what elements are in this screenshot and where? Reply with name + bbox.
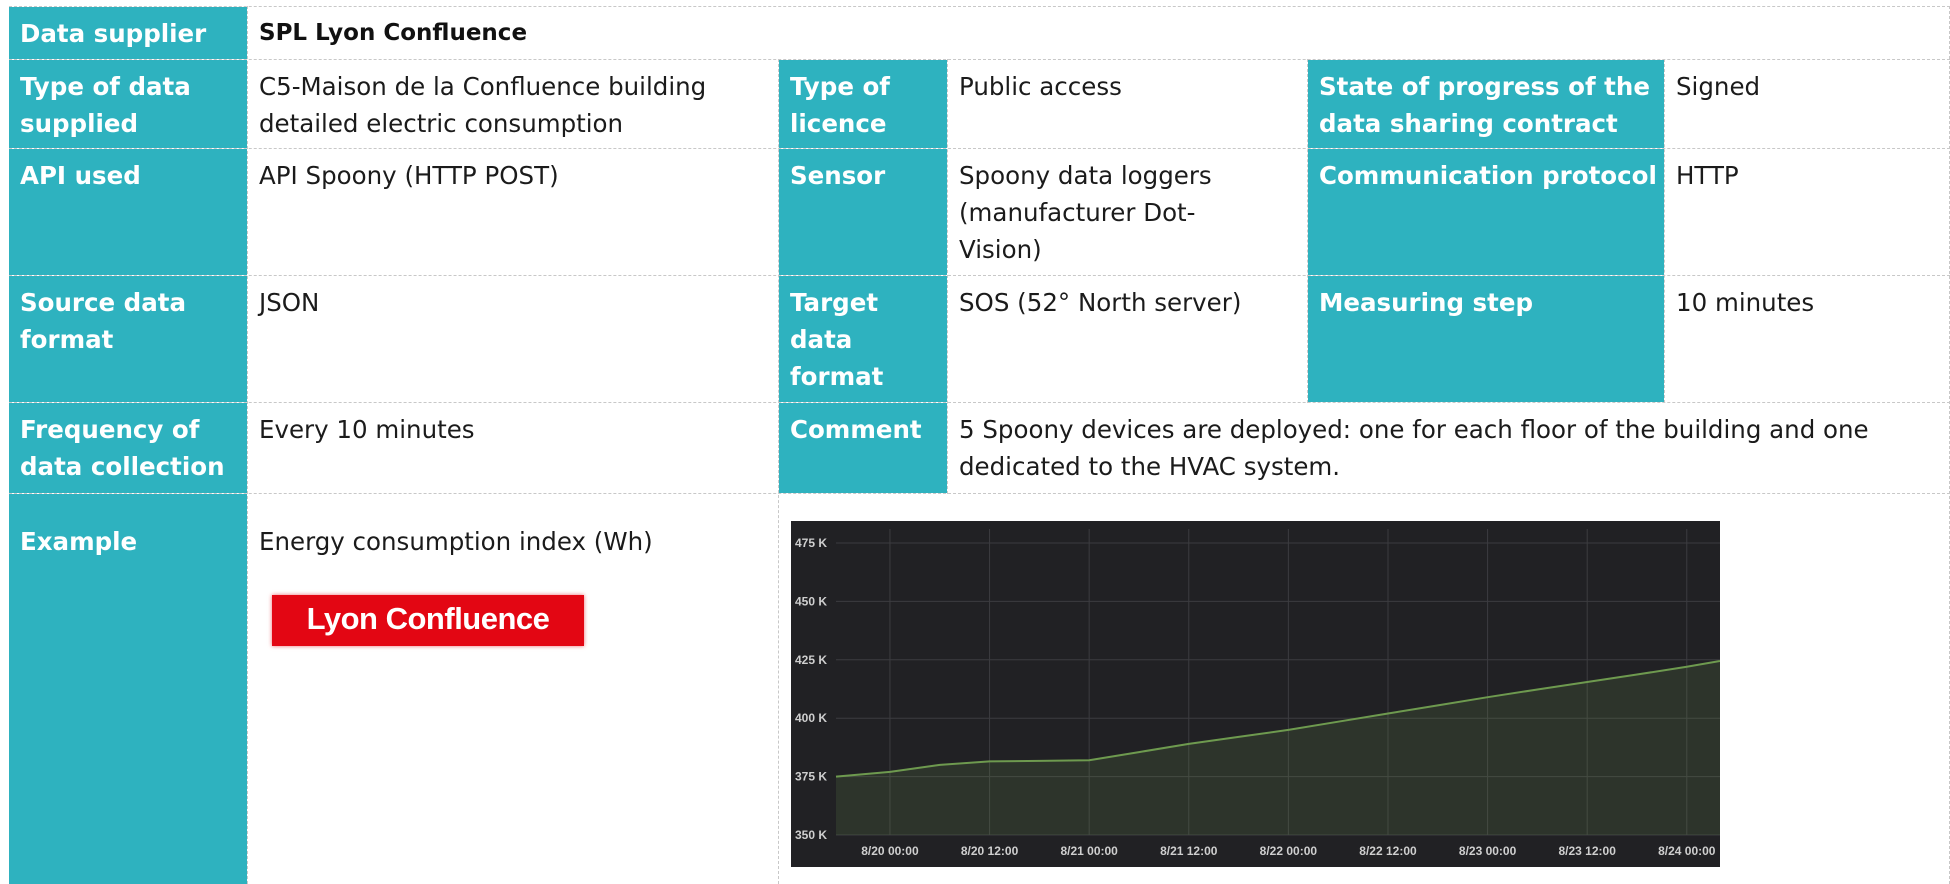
row-divider: [9, 59, 1950, 60]
frequency-value: Every 10 minutes: [248, 403, 778, 493]
x-tick-label: 8/21 12:00: [1160, 844, 1218, 858]
row-divider: [9, 402, 1950, 403]
column-divider: [1664, 59, 1665, 403]
row-divider: [9, 6, 1950, 7]
state-of-progress-label: State of progress of the data sharing co…: [1308, 60, 1664, 148]
source-data-format-value: JSON: [248, 276, 778, 402]
x-tick-label: 8/24 00:00: [1658, 844, 1716, 858]
row-divider: [9, 493, 1950, 494]
api-used-label: API used: [9, 149, 247, 275]
column-divider: [947, 59, 948, 494]
measuring-step-label: Measuring step: [1308, 276, 1664, 402]
target-data-format-value: SOS (52° North server): [948, 276, 1307, 402]
api-used-value: API Spoony (HTTP POST): [248, 149, 778, 275]
x-tick-label: 8/22 00:00: [1260, 844, 1318, 858]
y-tick-label: 375 K: [795, 770, 827, 784]
frequency-label: Frequency of data collection: [9, 403, 247, 493]
series-area: [836, 661, 1720, 835]
y-tick-label: 450 K: [795, 594, 827, 608]
y-tick-label: 425 K: [795, 653, 827, 667]
data-supplier-label: Data supplier: [9, 7, 247, 59]
logo-text: Lyon Confluence: [306, 601, 550, 636]
x-tick-label: 8/20 12:00: [961, 844, 1019, 858]
energy-consumption-chart: 475 K 450 K 425 K 400 K 375 K 350 K 8/20 00:00…: [795, 529, 1720, 858]
energy-chart-panel: 475 K 450 K 425 K 400 K 375 K 350 K 8/20 00:00…: [791, 521, 1720, 867]
x-tick-label: 8/21 00:00: [1060, 844, 1118, 858]
type-of-licence-value: Public access: [948, 60, 1307, 148]
example-value: Energy consumption index (Wh): [248, 494, 778, 884]
lyon-confluence-logo: Lyon Confluence: [272, 595, 584, 646]
type-of-data-label: Type of data supplied: [9, 60, 247, 148]
comment-value: 5 Spoony devices are deployed: one for e…: [948, 403, 1950, 493]
measuring-step-value: 10 minutes: [1665, 276, 1950, 402]
column-divider: [1307, 59, 1308, 403]
column-divider: [778, 59, 779, 884]
row-divider: [9, 275, 1950, 276]
x-tick-label: 8/22 12:00: [1359, 844, 1417, 858]
comment-label: Comment: [779, 403, 947, 493]
y-tick-label: 350 K: [795, 828, 827, 842]
x-tick-label: 8/20 00:00: [861, 844, 919, 858]
sensor-value: Spoony data loggers (manufacturer Dot-Vi…: [948, 149, 1238, 275]
target-data-format-label: Target data format: [779, 276, 947, 402]
type-of-licence-label: Type of licence: [779, 60, 947, 148]
x-tick-label: 8/23 12:00: [1558, 844, 1616, 858]
data-supplier-value: SPL Lyon Confluence: [248, 7, 1950, 59]
y-tick-label: 475 K: [795, 536, 827, 550]
source-data-format-label: Source data format: [9, 276, 247, 402]
row-divider: [9, 148, 1950, 149]
column-divider: [247, 6, 248, 884]
type-of-data-value: C5-Maison de la Confluence building deta…: [248, 60, 778, 148]
example-label: Example: [9, 494, 247, 884]
y-tick-label: 400 K: [795, 711, 827, 725]
x-tick-label: 8/23 00:00: [1459, 844, 1517, 858]
sensor-label: Sensor: [779, 149, 947, 275]
communication-protocol-value: HTTP: [1665, 149, 1950, 275]
state-of-progress-value: Signed: [1665, 60, 1950, 148]
communication-protocol-label: Communication protocol: [1308, 149, 1664, 275]
